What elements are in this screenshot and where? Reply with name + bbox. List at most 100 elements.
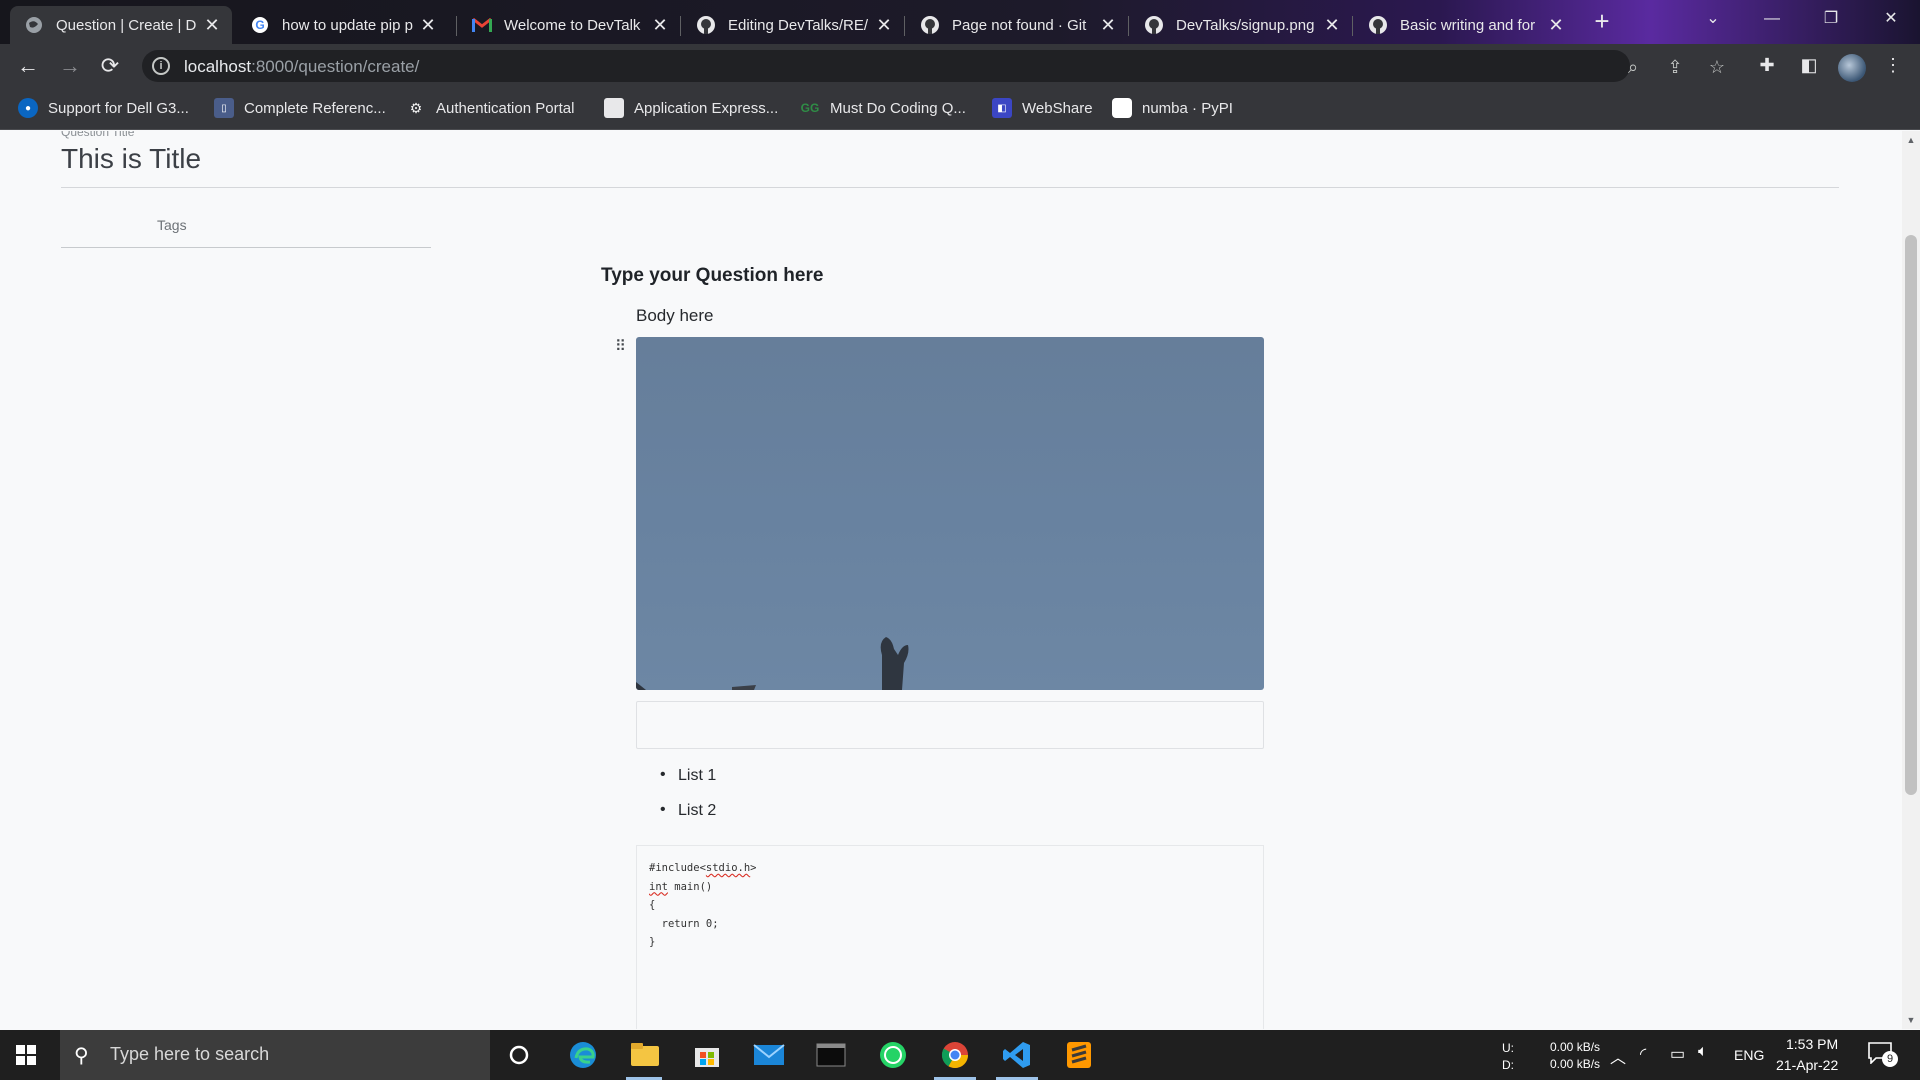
tab-github-notfound[interactable]: Page not found · Git ✕	[906, 6, 1128, 44]
back-button[interactable]: ←	[14, 52, 42, 80]
bookmark-label: Authentication Portal	[436, 99, 575, 117]
list-item[interactable]: List 1	[660, 766, 716, 802]
scrollbar-thumb[interactable]	[1905, 235, 1917, 795]
drag-handle-icon[interactable]: ⠿	[615, 339, 626, 354]
wifi-icon[interactable]: ◜	[1640, 1044, 1646, 1064]
mail-icon[interactable]	[752, 1038, 786, 1072]
cortana-icon[interactable]	[502, 1038, 536, 1072]
url-text[interactable]: localhost:8000/question/create/	[184, 57, 419, 77]
terminal-icon[interactable]	[814, 1038, 848, 1072]
close-icon[interactable]: ✕	[1322, 15, 1342, 36]
minimize-button[interactable]: —	[1749, 4, 1795, 34]
microsoft-store-icon[interactable]	[690, 1038, 724, 1072]
bookmark-must-do-coding[interactable]: GG Must Do Coding Q...	[800, 98, 966, 118]
edge-icon[interactable]	[566, 1038, 600, 1072]
close-icon[interactable]: ✕	[418, 15, 438, 36]
close-window-button[interactable]: ✕	[1868, 4, 1914, 34]
volume-icon[interactable]: 🔈︎	[1698, 1043, 1708, 1061]
bookmark-application-express[interactable]: Application Express...	[604, 98, 778, 118]
bookmark-webshare[interactable]: ◧ WebShare	[992, 98, 1093, 118]
browser-toolbar: ← → ⟳ i localhost:8000/question/create/ …	[0, 44, 1920, 88]
menu-kebab-icon[interactable]: ⋮	[1880, 52, 1906, 78]
address-bar[interactable]: i localhost:8000/question/create/ ⌕ ⇪ ☆	[142, 50, 1725, 82]
forward-button[interactable]: →	[56, 52, 84, 80]
tab-github-signup[interactable]: DevTalks/signup.png ✕	[1130, 6, 1352, 44]
url-path: :8000/question/create/	[251, 57, 420, 76]
whatsapp-icon[interactable]	[876, 1038, 910, 1072]
clock-date[interactable]: 21-Apr-22	[1776, 1057, 1838, 1073]
tab-github-editing[interactable]: Editing DevTalks/RE/ ✕	[682, 6, 904, 44]
vscode-icon[interactable]	[1000, 1038, 1034, 1072]
tags-input[interactable]: Tags	[157, 217, 187, 233]
code-line: #include<stdio.h>	[649, 862, 757, 874]
list-item[interactable]: List 2	[660, 801, 716, 837]
tab-label: Page not found · Git	[952, 16, 1087, 34]
editor-image[interactable]	[636, 337, 1264, 690]
notification-center-icon[interactable]: 9	[1868, 1042, 1898, 1067]
close-icon[interactable]: ✕	[1546, 15, 1566, 36]
bookmark-label: numba · PyPI	[1142, 99, 1233, 117]
windows-taskbar: ⚲ Type here to search U: D: 0.00 kB/s 0.…	[0, 1030, 1920, 1080]
tab-search-chevron-icon[interactable]: ⌄	[1690, 4, 1736, 34]
side-panel-icon[interactable]: ◧	[1796, 52, 1822, 78]
scroll-up-arrow-icon[interactable]: ▲	[1906, 135, 1916, 145]
tab-strip: Question | Create | D ✕ G how to update …	[0, 0, 1920, 44]
zoom-icon[interactable]: ⌕	[1622, 56, 1644, 78]
tab-github-basic-writing[interactable]: Basic writing and for ✕	[1354, 6, 1576, 44]
chrome-icon[interactable]	[938, 1038, 972, 1072]
reload-button[interactable]: ⟳	[96, 52, 124, 80]
show-hidden-icons-chevron-icon[interactable]: ︿	[1610, 1044, 1626, 1068]
windows-start-icon[interactable]	[16, 1045, 36, 1065]
page-content: Question Title This is Title Tags Type y…	[0, 131, 1902, 1029]
clock-time[interactable]: 1:53 PM	[1786, 1036, 1838, 1052]
page-icon	[604, 98, 624, 118]
search-icon: ⚲	[74, 1045, 89, 1067]
tab-separator	[1352, 16, 1353, 36]
share-icon[interactable]: ⇪	[1664, 56, 1686, 78]
github-icon	[1368, 15, 1388, 35]
close-icon[interactable]: ✕	[874, 15, 894, 36]
site-info-icon[interactable]: i	[152, 57, 170, 75]
profile-avatar[interactable]	[1838, 54, 1866, 82]
tab-question-create[interactable]: Question | Create | D ✕	[10, 6, 232, 44]
bookmark-label: Complete Referenc...	[244, 99, 386, 117]
vertical-scrollbar[interactable]: ▲ ▼	[1902, 131, 1920, 1029]
taskbar-search-box[interactable]: ⚲ Type here to search	[60, 1030, 490, 1080]
notification-count-badge: 9	[1882, 1051, 1898, 1067]
spellcheck-underline: int	[649, 880, 668, 893]
bookmark-label: WebShare	[1022, 99, 1093, 117]
bookmark-star-icon[interactable]: ☆	[1706, 56, 1728, 78]
gmail-icon	[472, 15, 492, 35]
bookmark-complete-reference[interactable]: ▯ Complete Referenc...	[214, 98, 386, 118]
question-heading: Type your Question here	[601, 265, 824, 286]
code-line: {	[649, 899, 656, 911]
tab-separator	[680, 16, 681, 36]
bookmark-label: Must Do Coding Q...	[830, 99, 966, 117]
battery-icon[interactable]: ▭	[1670, 1044, 1685, 1064]
net-download-speed: 0.00 kB/s	[1550, 1057, 1601, 1071]
taskbar-search-placeholder: Type here to search	[110, 1044, 270, 1064]
bookmark-authentication-portal[interactable]: ⚙ Authentication Portal	[406, 98, 575, 118]
language-indicator[interactable]: ENG	[1734, 1047, 1764, 1063]
tab-pip-update[interactable]: G how to update pip p ✕	[236, 6, 448, 44]
bookmark-numba-pypi[interactable]: numba · PyPI	[1112, 98, 1233, 118]
image-caption-field[interactable]	[636, 701, 1264, 749]
sublime-text-icon[interactable]	[1062, 1038, 1096, 1072]
code-line: return 0;	[649, 917, 719, 930]
code-block[interactable]: #include<stdio.h> int main() { return 0;…	[636, 845, 1264, 1029]
svg-text:G: G	[255, 18, 264, 32]
editor-body-paragraph[interactable]: Body here	[636, 306, 714, 326]
question-title-input[interactable]: This is Title	[61, 143, 201, 175]
gfg-icon: GG	[800, 101, 820, 115]
restore-button[interactable]: ❐	[1808, 4, 1854, 34]
new-tab-button[interactable]: +	[1586, 8, 1618, 36]
extensions-icon[interactable]: ✚	[1754, 52, 1780, 78]
close-icon[interactable]: ✕	[202, 15, 222, 36]
close-icon[interactable]: ✕	[1098, 15, 1118, 36]
file-explorer-icon[interactable]	[628, 1038, 662, 1072]
bookmark-dell[interactable]: ● Support for Dell G3...	[18, 98, 189, 118]
scroll-down-arrow-icon[interactable]: ▼	[1906, 1015, 1916, 1025]
tab-gmail[interactable]: Welcome to DevTalk ✕	[458, 6, 680, 44]
url-host: localhost	[184, 57, 252, 76]
close-icon[interactable]: ✕	[650, 15, 670, 36]
